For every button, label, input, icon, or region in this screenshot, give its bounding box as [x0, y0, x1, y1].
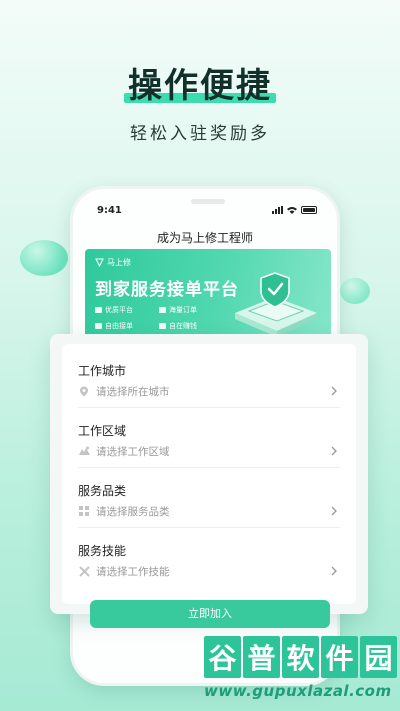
feature-icon: [159, 323, 166, 329]
promo-headline: 操作便捷 轻松入驻奖励多: [0, 58, 400, 144]
decorative-blob: [340, 278, 370, 304]
field-placeholder: 请选择工作技能: [96, 565, 170, 578]
feature-item: 自在赚钱: [159, 321, 197, 331]
tools-icon: [78, 565, 90, 577]
field-label: 服务技能: [78, 544, 127, 558]
feature-item: 自由接单: [95, 321, 133, 331]
feature-item: 优质平台: [95, 305, 133, 315]
watermark-url: www.gupuxlazal.com: [204, 682, 392, 700]
chevron-right-icon: [331, 506, 337, 516]
watermark-logo: 谷 普 软 件 园 www.gupuxlazal.com: [204, 636, 397, 706]
page-title: 成为马上修工程师: [156, 231, 253, 245]
promo-banner: 马上修 到家服务接单平台 优质平台 海量订单 自由接单 自在赚钱: [85, 249, 331, 345]
decorative-blob: [20, 240, 68, 276]
headline-title: 操作便捷: [124, 58, 276, 107]
status-icons: [272, 206, 317, 214]
feature-label: 自在赚钱: [169, 322, 197, 330]
field-service-category[interactable]: 服务品类 请选择服务品类: [78, 468, 340, 528]
field-work-city[interactable]: 工作城市 请选择所在城市: [78, 348, 340, 408]
join-button[interactable]: 立即加入: [90, 600, 330, 628]
watermark-char: 软: [282, 636, 319, 678]
field-label: 工作区域: [78, 424, 127, 438]
signal-icon: [272, 206, 283, 214]
field-label: 工作城市: [78, 364, 127, 378]
banner-title: 到家服务接单平台: [95, 280, 239, 300]
field-service-skill[interactable]: 服务技能 请选择工作技能: [78, 528, 340, 588]
watermark-char: 园: [360, 636, 397, 678]
location-icon: [78, 385, 90, 397]
feature-icon: [95, 307, 102, 313]
watermark-char: 谷: [204, 636, 241, 678]
chevron-right-icon: [331, 386, 337, 396]
field-label: 服务品类: [78, 484, 127, 498]
shield-illustration: [235, 272, 317, 337]
map-icon: [78, 445, 90, 457]
application-form: 工作城市 请选择所在城市 工作区域 请选择工作区域 服务品类 请选择服务品类 服…: [50, 334, 368, 614]
field-work-area[interactable]: 工作区域 请选择工作区域: [78, 408, 340, 468]
status-time: 9:41: [97, 205, 122, 216]
phone-notch: [191, 199, 225, 204]
watermark-char: 件: [321, 636, 358, 678]
headline-subtitle: 轻松入驻奖励多: [130, 124, 270, 144]
field-placeholder: 请选择所在城市: [96, 385, 170, 398]
chevron-right-icon: [331, 446, 337, 456]
brand-logo: 马上修: [95, 257, 131, 268]
feature-label: 优质平台: [105, 306, 133, 314]
wrench-icon: [95, 258, 104, 267]
battery-icon: [301, 206, 317, 214]
feature-item: 海量订单: [159, 305, 197, 315]
watermark-char: 普: [243, 636, 280, 678]
feature-label: 海量订单: [169, 306, 197, 314]
wifi-icon: [287, 207, 297, 214]
feature-icon: [95, 323, 102, 329]
chevron-right-icon: [331, 566, 337, 576]
brand-name: 马上修: [107, 258, 131, 267]
status-bar: 9:41: [97, 205, 317, 219]
feature-label: 自由接单: [105, 322, 133, 330]
grid-icon: [78, 505, 90, 517]
field-placeholder: 请选择服务品类: [96, 505, 170, 518]
field-placeholder: 请选择工作区域: [96, 445, 170, 458]
feature-icon: [159, 307, 166, 313]
